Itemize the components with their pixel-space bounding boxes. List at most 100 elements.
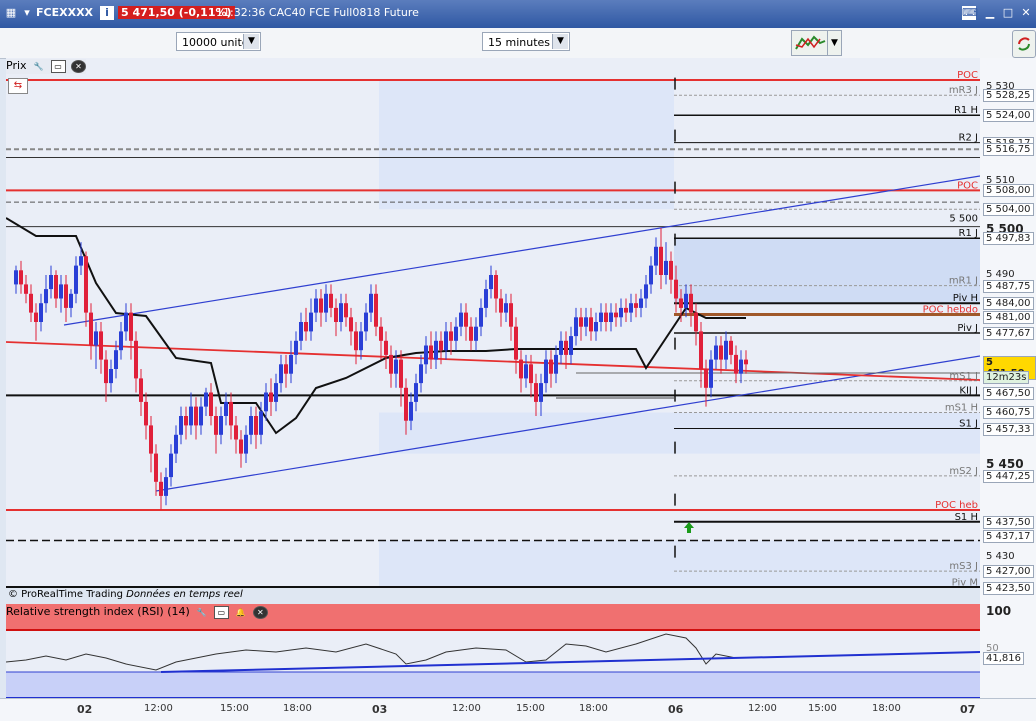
- keyboard-icon[interactable]: ⌨: [962, 6, 978, 20]
- price-level-box: 5 528,25: [983, 89, 1034, 103]
- chevron-down-icon[interactable]: ▼: [552, 34, 568, 49]
- candle-body: [474, 326, 478, 341]
- level-label: mR1 J: [949, 276, 978, 287]
- price-level-box: 5 524,00: [983, 109, 1034, 123]
- close-icon[interactable]: ✕: [1019, 6, 1033, 20]
- time-tick-label: 18:00: [579, 703, 608, 714]
- level-label: Piv M: [952, 578, 978, 588]
- candle-body: [54, 275, 58, 299]
- candle-body: [404, 387, 408, 421]
- up-arrow-icon: [684, 522, 694, 533]
- candle-body: [259, 411, 263, 435]
- candle-body: [744, 359, 748, 365]
- close-panel-icon[interactable]: ✕: [252, 605, 268, 619]
- candle-body: [639, 298, 643, 308]
- candle-body: [124, 312, 128, 332]
- shaded-zone: [674, 238, 980, 304]
- close-panel-icon[interactable]: ✕: [71, 59, 87, 73]
- price-panel-footer: © ProRealTime Trading Données en temps r…: [8, 589, 243, 600]
- chevron-down-icon[interactable]: ▾: [20, 6, 34, 20]
- candle-body: [549, 359, 553, 374]
- candle-body: [619, 307, 623, 318]
- candle-body: [199, 406, 203, 426]
- title-bar: ▦ ▾ FCEXXXX i 5 471,50 (-0,11%) 11:32:36…: [0, 0, 1036, 28]
- candle-body: [34, 312, 38, 322]
- units-dropdown[interactable]: 10000 unités ▼: [176, 32, 261, 51]
- candle-body: [239, 439, 243, 454]
- price-chart-svg[interactable]: POCmR3 JR1 HR2 JPOC5 500R1 JmR1 JPiv HPO…: [5, 58, 981, 605]
- candle-body: [609, 312, 613, 322]
- level-label: mR3 J: [949, 85, 978, 96]
- shaded-zone: [379, 540, 980, 600]
- price-chart-area[interactable]: POC mR3 J R1 H R2 J POC 5 500 R1 JmR1 J Piv H PO…: [5, 58, 981, 605]
- candle-body: [234, 425, 238, 440]
- candle-body: [69, 293, 73, 308]
- time-tick-label: 18:00: [283, 703, 312, 714]
- candle-body: [29, 293, 33, 313]
- wrench-icon[interactable]: 🔧: [32, 61, 45, 72]
- candle-body: [144, 401, 148, 426]
- candle-body: [484, 289, 488, 308]
- time-axis[interactable]: 02 12:00 15:00 18:00 03 12:00 15:00 18:00 06 12:0…: [0, 698, 1036, 721]
- info-icon[interactable]: i: [100, 6, 114, 20]
- candle-body: [79, 256, 83, 266]
- candle-body: [714, 345, 718, 360]
- candle-body: [204, 392, 208, 407]
- candle-body: [224, 401, 228, 416]
- realtime-text: Données en temps reel: [126, 589, 243, 600]
- candle-body: [289, 354, 293, 374]
- candle-body: [424, 345, 428, 365]
- maximize-icon[interactable]: □: [1001, 6, 1015, 20]
- refresh-small-icon[interactable]: ⇆: [8, 78, 28, 94]
- bell-icon[interactable]: 🔔: [234, 607, 247, 618]
- candle-body: [694, 312, 698, 332]
- chevron-down-icon[interactable]: ▼: [243, 34, 259, 49]
- candle-body: [84, 256, 88, 313]
- rsi-line: [5, 633, 737, 671]
- price-level-box: 5 477,67: [983, 326, 1034, 340]
- price-tick-label: 5 450: [986, 457, 1024, 471]
- wrench-icon[interactable]: 🔧: [195, 607, 208, 618]
- rsi-value-box: 41,816: [983, 652, 1024, 665]
- window-icon[interactable]: ▭: [50, 59, 66, 73]
- candle-body: [464, 312, 468, 327]
- indicators-button[interactable]: [791, 30, 829, 56]
- candle-body: [249, 416, 253, 435]
- candle-body: [624, 307, 628, 313]
- candle-body: [209, 392, 213, 416]
- candle-body: [219, 416, 223, 435]
- price-axis[interactable]: 5 530 5 510 5 500 5 490 5 450 5 430 5 528,25 5 …: [980, 58, 1036, 698]
- candle-body: [324, 293, 328, 313]
- time-tick-label: 06: [668, 703, 684, 716]
- toolbar: 10000 unités ▼ 15 minutes ▼: [0, 28, 1036, 59]
- candle-body: [264, 392, 268, 412]
- candle-body: [89, 312, 93, 346]
- candle-body: [724, 340, 728, 360]
- level-label: S1 J: [959, 419, 978, 430]
- window-grid-icon[interactable]: ▦: [4, 6, 18, 20]
- price-level-box: 5 427,00: [983, 565, 1034, 579]
- level-label: R2 J: [959, 133, 978, 144]
- timeframe-dropdown-value: 15 minutes: [488, 36, 551, 49]
- window-icon[interactable]: ▭: [213, 605, 229, 619]
- timeframe-dropdown[interactable]: 15 minutes ▼: [482, 32, 570, 51]
- level-label: 5 500: [949, 213, 978, 224]
- candle-body: [159, 481, 163, 496]
- refresh-tool-button[interactable]: [1012, 30, 1036, 58]
- candle-body: [314, 298, 318, 313]
- symbol-name[interactable]: FCEXXXX: [36, 6, 93, 19]
- candle-body: [309, 312, 313, 332]
- time-tick-label: 15:00: [516, 703, 545, 714]
- candle-body: [14, 270, 18, 285]
- candle-body: [529, 364, 533, 384]
- time-tick-label: 07: [960, 703, 976, 716]
- candle-body: [699, 331, 703, 369]
- indicators-dropdown-arrow[interactable]: ▼: [827, 30, 842, 56]
- rsi-panel-header: Relative strength index (RSI) (14) 🔧 ▭ 🔔…: [6, 605, 268, 620]
- minimize-icon[interactable]: ▁: [983, 6, 997, 20]
- candle-body: [399, 359, 403, 388]
- candle-body: [244, 434, 248, 454]
- regression-line: [5, 341, 981, 381]
- candle-body: [174, 434, 178, 454]
- rsi-100-label: 100: [986, 604, 1012, 618]
